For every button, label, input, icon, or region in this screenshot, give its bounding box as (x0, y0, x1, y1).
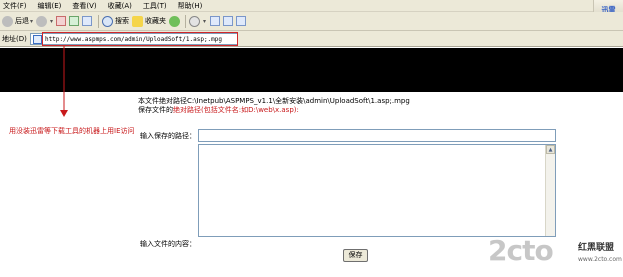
menu-tools[interactable]: 工具(T) (143, 0, 167, 12)
back-button[interactable]: 后退 ▾ (2, 14, 33, 29)
history-icon[interactable] (169, 15, 181, 27)
watermark-text: 红黑联盟 (578, 243, 615, 253)
edit-icon[interactable] (223, 16, 234, 26)
address-label: 地址(D) (2, 35, 27, 43)
mail-icon[interactable] (189, 15, 201, 27)
file-content-textarea[interactable]: ▲ (198, 144, 556, 237)
back-label: 后退 (15, 17, 29, 25)
chevron-down-icon: ▾ (50, 17, 54, 25)
page-icon (33, 34, 42, 44)
save-path-label: 输入保存的路径： (140, 132, 196, 140)
forward-arrow-icon (36, 15, 48, 27)
messenger-icon[interactable] (236, 16, 247, 26)
chevron-down-icon[interactable]: ▾ (203, 18, 206, 25)
toolbar-separator (185, 14, 187, 28)
favorites-label: 收藏夹 (145, 17, 167, 25)
stop-icon[interactable] (56, 16, 67, 26)
back-arrow-icon (2, 15, 13, 27)
search-label: 搜索 (115, 17, 130, 25)
toolbar-separator (98, 14, 100, 28)
save-button[interactable]: 保存 (343, 249, 368, 262)
watermark-logo: 2cto (488, 234, 554, 267)
hint-red-text: 绝对路径(包括文件名:如D:\web\x.asp): (173, 106, 299, 114)
menu-edit[interactable]: 编辑(E) (38, 0, 62, 12)
search-button[interactable]: 搜索 (102, 14, 129, 29)
star-icon (132, 15, 144, 27)
watermark-url: www.2cto.com (578, 256, 622, 263)
annotation-note: 用没装迅雷等下载工具的机器上用IE访问 (9, 127, 135, 135)
menu-file[interactable]: 文件(F) (3, 0, 27, 12)
hint-prefix: 保存文件的 (138, 106, 173, 114)
save-path-input[interactable] (198, 129, 556, 142)
menu-help[interactable]: 帮助(H) (178, 0, 203, 12)
chevron-down-icon: ▾ (30, 17, 34, 25)
page-header-banner (0, 48, 623, 92)
favorites-button[interactable]: 收藏夹 (132, 14, 166, 29)
scroll-up-icon[interactable]: ▲ (546, 145, 555, 154)
toolbar: 后退 ▾ ▾ 搜索 收藏夹 ▾ (0, 12, 623, 31)
textarea-scrollbar[interactable]: ▲ (545, 145, 555, 236)
refresh-icon[interactable] (69, 16, 80, 26)
forward-button[interactable]: ▾ (36, 14, 53, 29)
save-path-hint: 保存文件的绝对路径(包括文件名:如D:\web\x.asp): (138, 105, 299, 115)
menu-favorites[interactable]: 收藏(A) (108, 0, 132, 12)
menu-view[interactable]: 查看(V) (72, 0, 96, 12)
menu-bar: 文件(F) 编辑(E) 查看(V) 收藏(A) 工具(T) 帮助(H) 迅雷 (0, 0, 623, 20)
file-content-label: 输入文件的内容： (140, 240, 196, 248)
home-icon[interactable] (82, 16, 93, 26)
url-highlight-box (42, 32, 238, 46)
search-icon (102, 15, 114, 27)
print-icon[interactable] (210, 16, 221, 26)
